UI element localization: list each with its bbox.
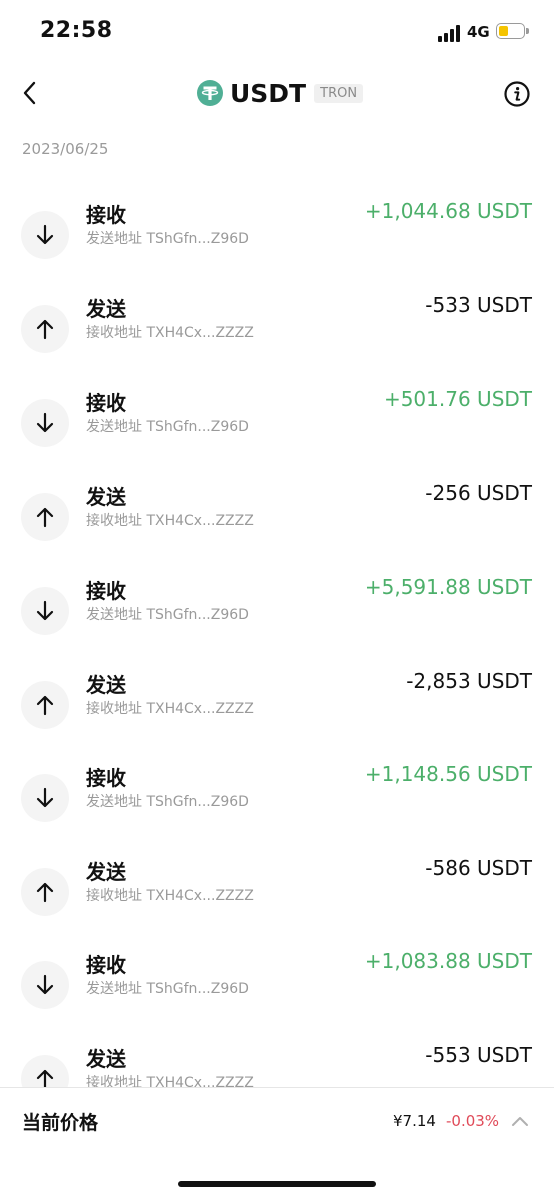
transaction-address: 接收地址 TXH4Cx...ZZZZ — [86, 888, 254, 904]
arrow-down-icon — [21, 961, 69, 1009]
transaction-row[interactable]: 接收 发送地址 TShGfn...Z96D +1,148.56 USDT — [0, 762, 554, 868]
transaction-list: 接收 发送地址 TShGfn...Z96D +1,044.68 USDT 发送 … — [0, 0, 554, 1087]
arrow-up-icon — [21, 681, 69, 729]
arrow-down-icon — [21, 587, 69, 635]
arrow-up-icon — [21, 493, 69, 541]
transaction-address: 发送地址 TShGfn...Z96D — [86, 981, 249, 997]
arrow-up-icon — [21, 305, 69, 353]
arrow-down-icon — [21, 211, 69, 259]
arrow-down-icon — [21, 399, 69, 447]
transaction-address: 发送地址 TShGfn...Z96D — [86, 794, 249, 810]
transaction-amount: -586 USDT — [425, 856, 532, 880]
transaction-address: 接收地址 TXH4Cx...ZZZZ — [86, 1075, 254, 1087]
arrow-up-icon — [21, 1055, 69, 1087]
transaction-type: 接收 — [86, 953, 126, 977]
transaction-row[interactable]: 接收 发送地址 TShGfn...Z96D +1,044.68 USDT — [0, 199, 554, 305]
transaction-row[interactable]: 发送 接收地址 TXH4Cx...ZZZZ -586 USDT — [0, 856, 554, 962]
transaction-type: 发送 — [86, 485, 126, 509]
transaction-row[interactable]: 接收 发送地址 TShGfn...Z96D +501.76 USDT — [0, 387, 554, 493]
transaction-address: 接收地址 TXH4Cx...ZZZZ — [86, 701, 254, 717]
transaction-amount: +1,148.56 USDT — [364, 762, 532, 786]
transaction-address: 接收地址 TXH4Cx...ZZZZ — [86, 513, 254, 529]
transaction-row[interactable]: 接收 发送地址 TShGfn...Z96D +5,591.88 USDT — [0, 575, 554, 681]
transaction-type: 发送 — [86, 1047, 126, 1071]
price-label: 当前价格 — [22, 1112, 99, 1134]
transaction-address: 接收地址 TXH4Cx...ZZZZ — [86, 325, 254, 341]
transaction-row[interactable]: 发送 接收地址 TXH4Cx...ZZZZ -256 USDT — [0, 481, 554, 587]
home-indicator[interactable] — [178, 1181, 376, 1187]
chevron-up-icon[interactable] — [510, 1113, 530, 1127]
arrow-up-icon — [21, 868, 69, 916]
transaction-amount: +1,044.68 USDT — [364, 199, 532, 223]
transaction-address: 发送地址 TShGfn...Z96D — [86, 419, 249, 435]
transaction-type: 接收 — [86, 203, 126, 227]
price-value: ¥7.14 — [393, 1112, 436, 1130]
transaction-type: 发送 — [86, 860, 126, 884]
arrow-down-icon — [21, 774, 69, 822]
transaction-amount: -2,853 USDT — [406, 669, 532, 693]
transaction-amount: -553 USDT — [425, 1043, 532, 1067]
transaction-amount: -533 USDT — [425, 293, 532, 317]
transaction-amount: +1,083.88 USDT — [364, 949, 532, 973]
transaction-type: 接收 — [86, 766, 126, 790]
transaction-type: 发送 — [86, 297, 126, 321]
transaction-type: 接收 — [86, 579, 126, 603]
transaction-row[interactable]: 发送 接收地址 TXH4Cx...ZZZZ -533 USDT — [0, 293, 554, 399]
transaction-type: 接收 — [86, 391, 126, 415]
transaction-amount: +5,591.88 USDT — [364, 575, 532, 599]
transaction-row[interactable]: 发送 接收地址 TXH4Cx...ZZZZ -2,853 USDT — [0, 669, 554, 775]
transaction-row[interactable]: 接收 发送地址 TShGfn...Z96D +1,083.88 USDT — [0, 949, 554, 1055]
price-bar[interactable]: 当前价格 ¥7.14 -0.03% — [0, 1087, 554, 1154]
transaction-amount: +501.76 USDT — [383, 387, 532, 411]
transaction-amount: -256 USDT — [425, 481, 532, 505]
transaction-type: 发送 — [86, 673, 126, 697]
transaction-address: 发送地址 TShGfn...Z96D — [86, 231, 249, 247]
transaction-row[interactable]: 发送 接收地址 TXH4Cx...ZZZZ -553 USDT — [0, 1043, 554, 1087]
price-change: -0.03% — [446, 1112, 500, 1130]
transaction-address: 发送地址 TShGfn...Z96D — [86, 607, 249, 623]
